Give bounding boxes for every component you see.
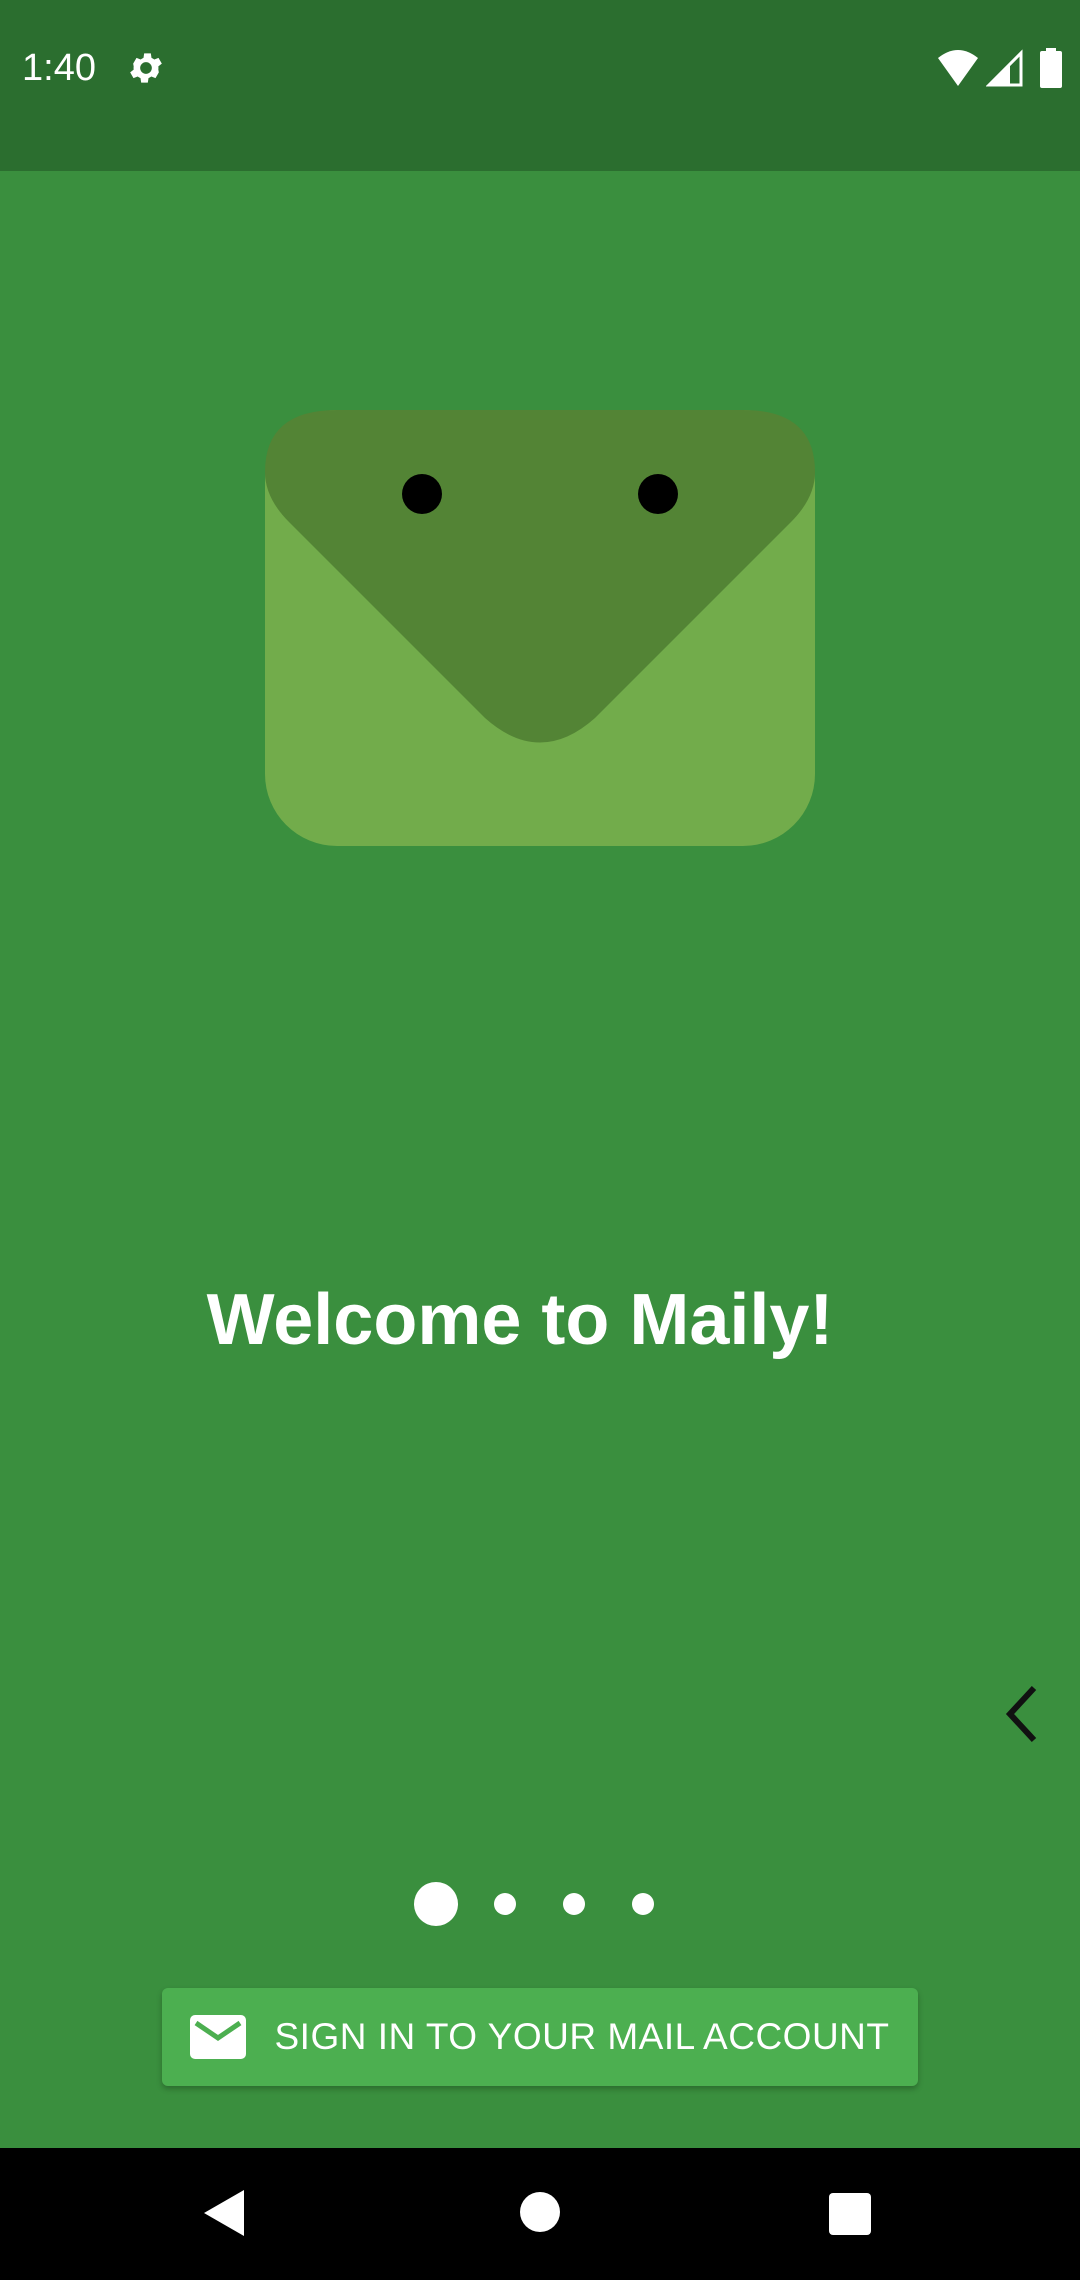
battery-icon <box>1040 48 1062 88</box>
page-dot[interactable] <box>494 1893 516 1915</box>
mail-icon <box>190 2015 247 2059</box>
status-time: 1:40 <box>22 47 96 89</box>
gear-icon <box>130 53 162 83</box>
sign-in-button[interactable]: SIGN IN TO YOUR MAIL ACCOUNT <box>162 1988 918 2086</box>
welcome-title: Welcome to Maily! <box>206 1280 834 1360</box>
navigation-bar <box>0 2148 1080 2280</box>
status-icons <box>936 48 1062 88</box>
page-indicator <box>0 1880 1080 1930</box>
cell-signal-icon <box>986 49 1023 87</box>
page-dot-active[interactable] <box>414 1882 458 1926</box>
recents-square-icon[interactable] <box>829 2193 871 2235</box>
page-dot[interactable] <box>563 1893 585 1915</box>
wifi-icon <box>938 50 978 86</box>
chevron-left-icon[interactable] <box>1000 1682 1052 1746</box>
status-bar: 1:40 <box>0 0 1080 171</box>
page-dot[interactable] <box>632 1893 654 1915</box>
sign-in-label: SIGN IN TO YOUR MAIL ACCOUNT <box>274 2016 890 2057</box>
back-triangle-icon[interactable] <box>202 2188 246 2238</box>
mail-mascot-illustration <box>265 410 815 846</box>
home-circle-icon[interactable] <box>520 2192 560 2232</box>
